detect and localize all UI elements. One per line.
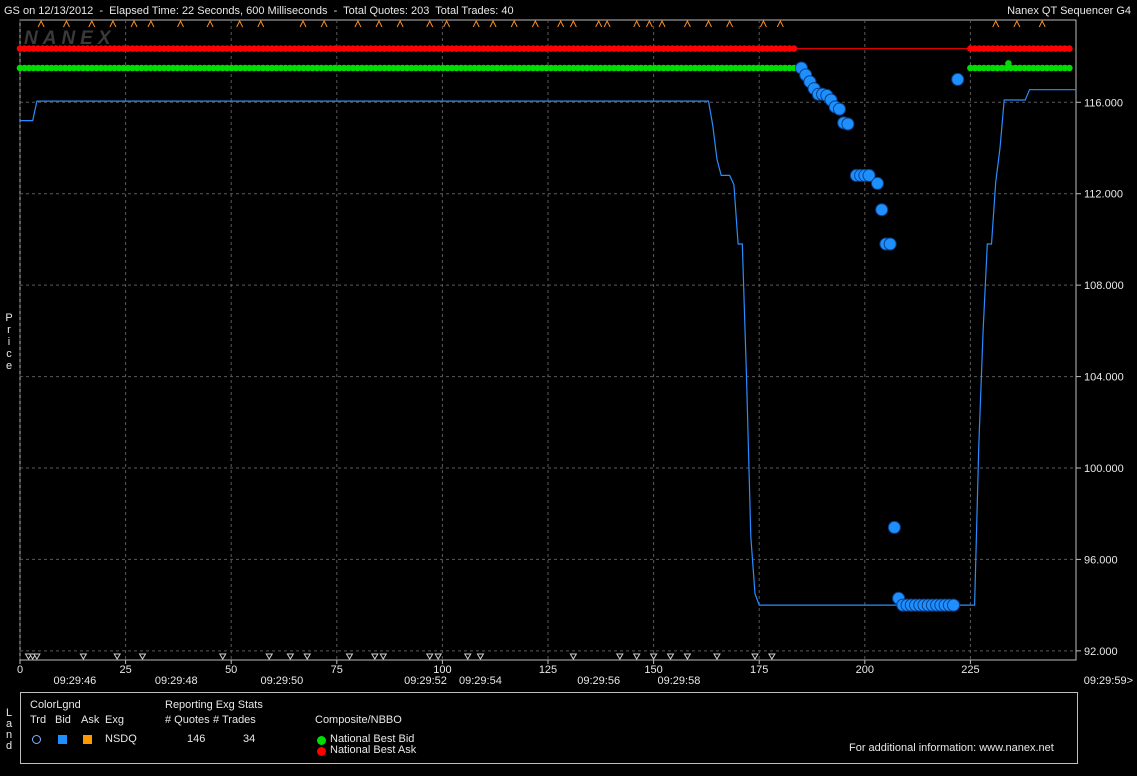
trade-point	[883, 237, 897, 251]
ask-color-icon	[83, 735, 92, 744]
time-label: 09:29:58	[658, 675, 701, 687]
trade-point	[951, 72, 965, 86]
ask-marker	[790, 45, 798, 52]
legend-exchange: NSDQ	[105, 733, 137, 745]
trade-color-icon	[32, 735, 41, 744]
trade-point	[947, 598, 961, 612]
legend-panel: ColorLgnd Trd Bid Ask Exg NSDQ Reporting…	[20, 692, 1078, 764]
legend-quotes-value: 146	[187, 733, 206, 745]
legend-info: For additional information: www.nanex.ne…	[849, 742, 1054, 754]
legend-trades-value: 34	[243, 733, 256, 745]
y-tick-label: 100.000	[1084, 463, 1124, 475]
legend-col-exg: Exg	[105, 714, 124, 726]
time-label: 09:29:56	[577, 675, 620, 687]
time-label: 09:29:59>	[1084, 675, 1133, 687]
y-tick-label: 116.000	[1084, 97, 1123, 109]
x-tick-label: 25	[119, 664, 131, 676]
trade-point	[875, 203, 889, 217]
x-tick-label: 175	[750, 664, 768, 676]
ask-dot-icon	[317, 747, 326, 756]
price-chart: NANEX92.00096.000100.000104.000108.00011…	[16, 19, 1133, 687]
x-tick-label: 125	[539, 664, 557, 676]
legend-colorlgnd-title: ColorLgnd	[30, 699, 81, 711]
x-tick-label: 200	[856, 664, 874, 676]
legend-col-quotes: # Quotes	[165, 714, 210, 726]
x-tick-label: 225	[961, 664, 979, 676]
trade-point	[887, 520, 901, 534]
y-tick-label: 92.000	[1084, 646, 1118, 658]
x-tick-label: 50	[225, 664, 237, 676]
legend-stats-title: Reporting Exg Stats	[165, 699, 263, 711]
trade-point	[870, 176, 884, 190]
legend-side-char: d	[5, 740, 13, 752]
bid-marker	[1005, 60, 1012, 67]
x-tick-label: 0	[17, 664, 23, 676]
legend-col-ask: Ask	[81, 714, 100, 726]
legend-col-trd: Trd	[30, 714, 47, 726]
x-tick-label: 75	[331, 664, 343, 676]
time-label: 09:29:52	[404, 675, 447, 687]
trade-point	[832, 102, 846, 116]
bid-marker	[1066, 64, 1073, 72]
legend-nbbo-ask: National Best Ask	[330, 744, 417, 756]
time-label: 09:29:48	[155, 675, 198, 687]
y-tick-label: 104.000	[1084, 372, 1124, 384]
legend-nbbo-title: Composite/NBBO	[315, 714, 402, 726]
bid-color-icon	[58, 735, 67, 744]
ask-marker	[1066, 45, 1073, 52]
y-tick-label: 108.000	[1084, 280, 1124, 292]
y-tick-label: 112.000	[1084, 189, 1123, 201]
legend-side-label: L a n d	[4, 708, 14, 752]
time-label: 09:29:46	[53, 675, 96, 687]
trade-point	[841, 117, 855, 131]
time-label: 09:29:54	[459, 675, 502, 687]
time-label: 09:29:50	[260, 675, 303, 687]
legend-col-bid: Bid	[55, 714, 71, 726]
legend-col-trades: # Trades	[213, 714, 256, 726]
bid-dot-icon	[317, 736, 326, 745]
y-tick-label: 96.000	[1084, 554, 1118, 566]
